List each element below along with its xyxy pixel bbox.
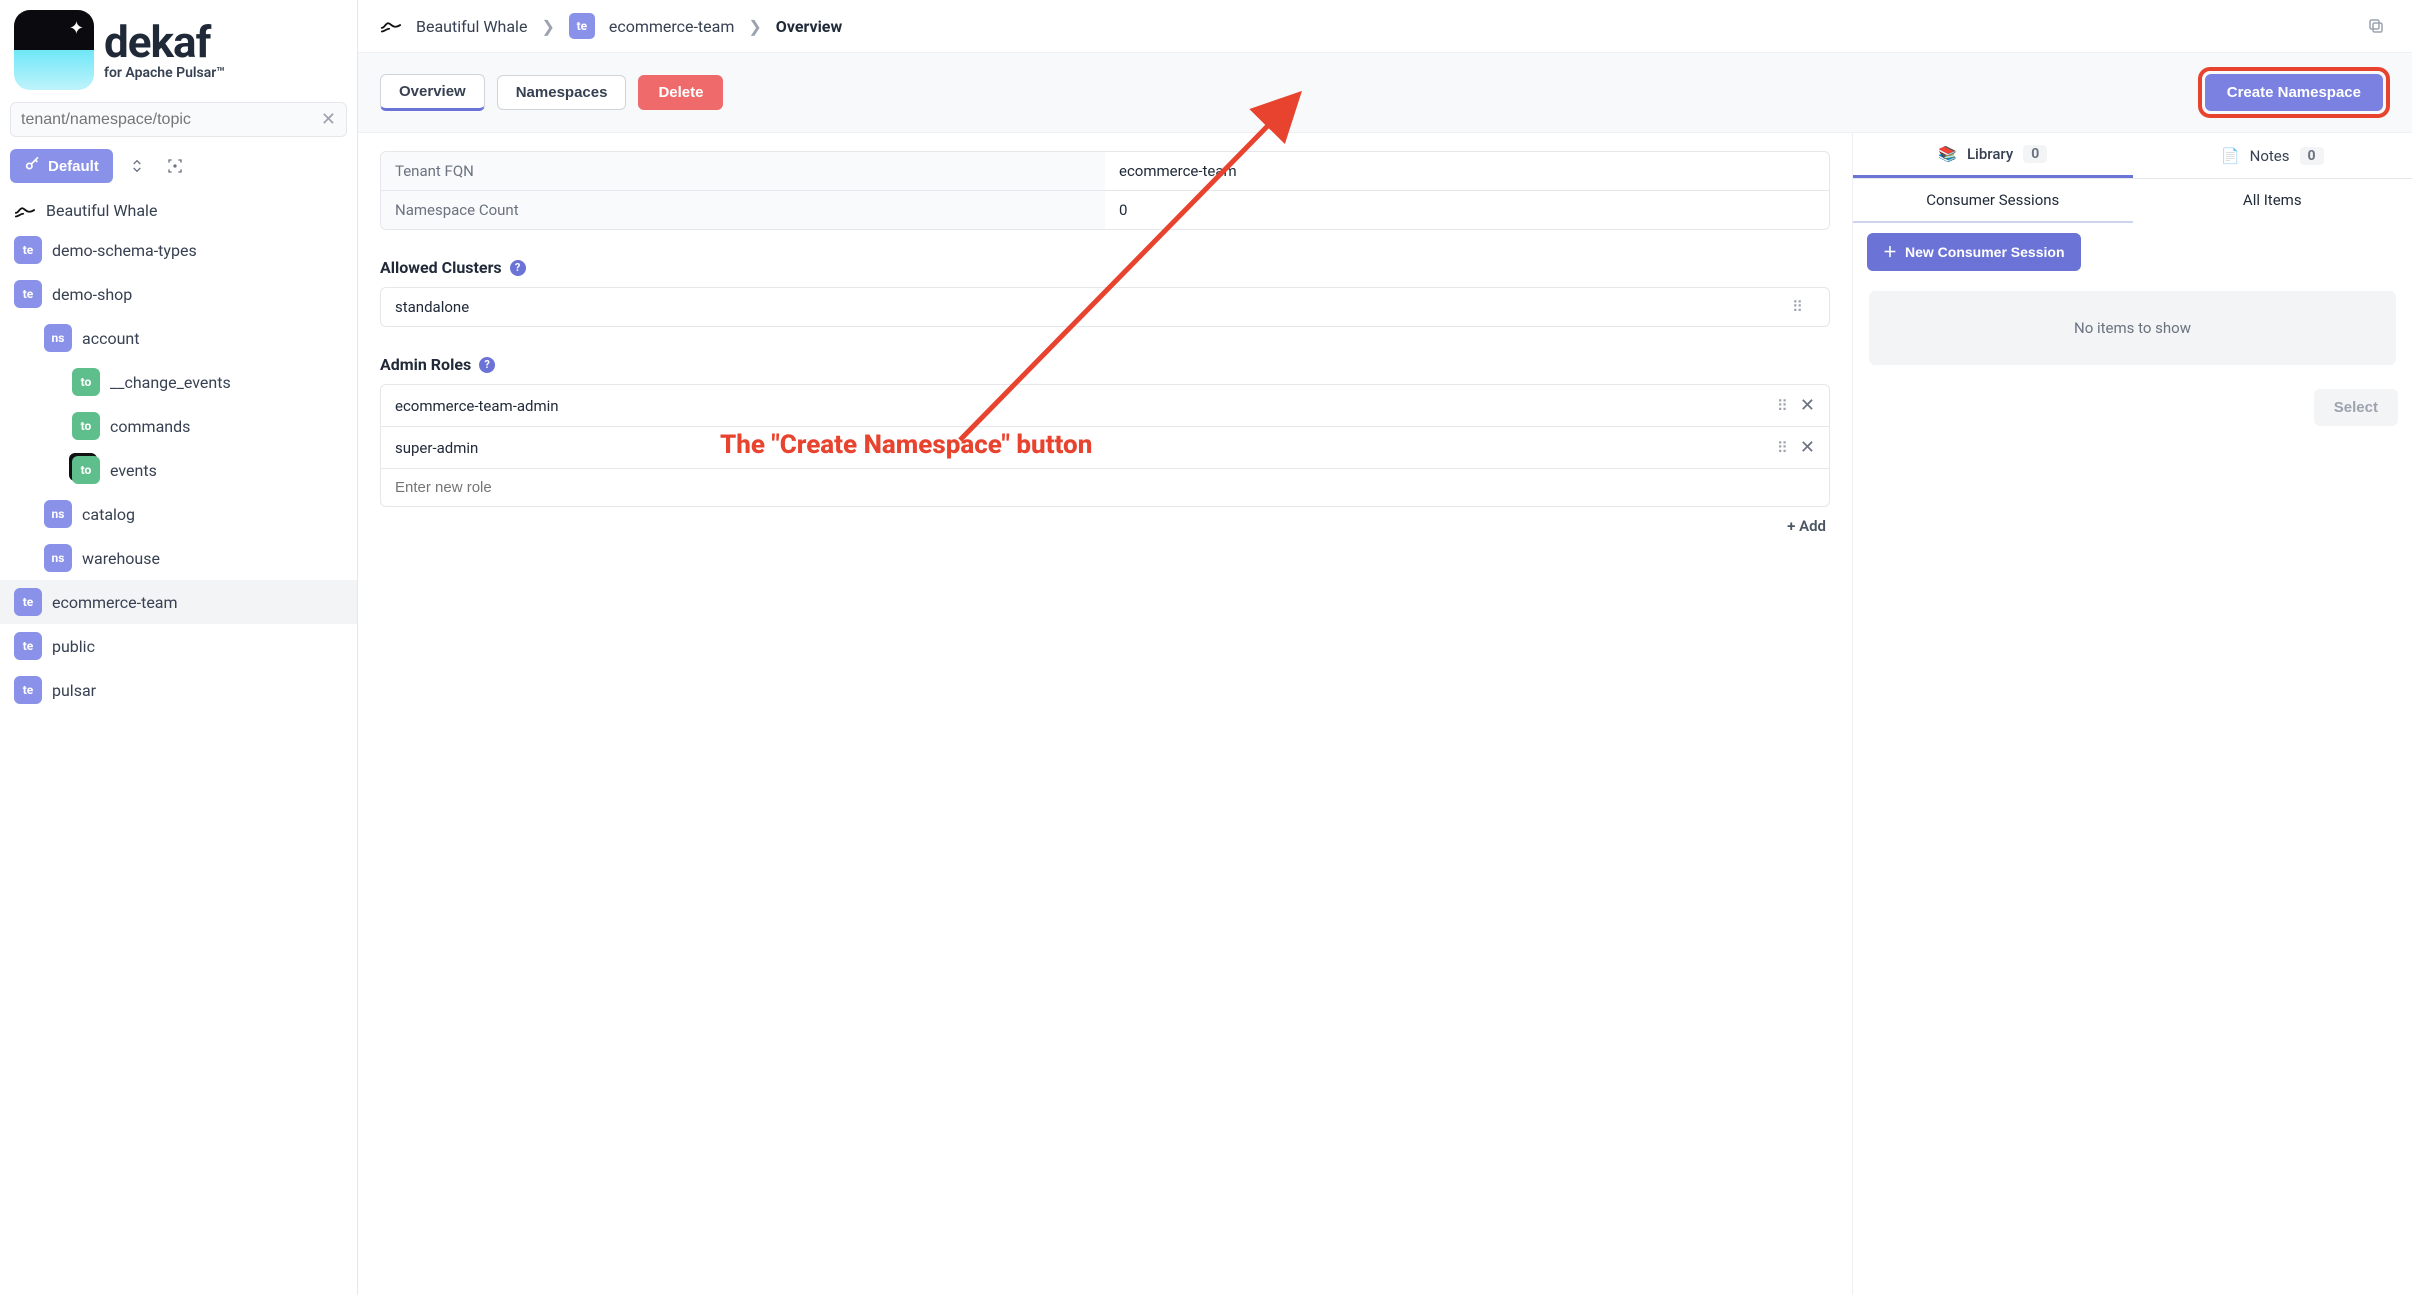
tenant-info-table: Tenant FQN ecommerce-team Namespace Coun… xyxy=(380,151,1830,230)
annotation-highlight: Create Namespace xyxy=(2198,67,2390,118)
help-icon[interactable]: ? xyxy=(479,357,495,373)
admin-roles-list: ecommerce-team-admin ⠿ ✕ super-admin ⠿ ✕ xyxy=(380,384,1830,507)
namespace-icon: ns xyxy=(44,500,72,528)
sidebar-item-catalog[interactable]: nscatalog xyxy=(0,492,357,536)
tree: Beautiful Whale tedemo-schema-types tede… xyxy=(0,193,357,1295)
brand-name: dekaf xyxy=(104,20,225,64)
whale-icon xyxy=(380,17,402,35)
namespace-icon: ns xyxy=(44,324,72,352)
topic-icon: to xyxy=(72,412,100,440)
help-icon[interactable]: ? xyxy=(510,260,526,276)
library-count: 0 xyxy=(2023,145,2047,163)
topic-icon: to xyxy=(72,456,100,484)
subtab-all-items[interactable]: All Items xyxy=(2133,179,2412,223)
whale-icon xyxy=(14,202,36,220)
focus-icon[interactable] xyxy=(161,152,189,180)
tenant-icon: te xyxy=(569,13,595,39)
tenant-icon: te xyxy=(14,236,42,264)
action-bar: Overview Namespaces Delete Create Namesp… xyxy=(358,53,2412,133)
table-row: Namespace Count 0 xyxy=(381,191,1829,229)
breadcrumb-tenant[interactable]: ecommerce-team xyxy=(609,17,735,36)
search-input[interactable] xyxy=(21,111,321,129)
list-item[interactable]: standalone ⠿ xyxy=(381,288,1829,326)
ns-count-value: 0 xyxy=(1105,191,1829,229)
allowed-clusters-title: Allowed Clusters ? xyxy=(380,258,1830,277)
tab-overview[interactable]: Overview xyxy=(380,74,485,111)
logo-row: dekaf for Apache Pulsar™ xyxy=(0,0,357,96)
default-button[interactable]: Default xyxy=(10,149,113,183)
admin-roles-title: Admin Roles ? xyxy=(380,355,1830,374)
library-icon: 📚 xyxy=(1938,145,1957,163)
empty-state: No items to show xyxy=(1869,291,2396,365)
sidebar-item-commands[interactable]: tocommands xyxy=(0,404,357,448)
breadcrumb: Beautiful Whale ❯ te ecommerce-team ❯ Ov… xyxy=(358,0,2412,53)
list-item[interactable]: super-admin ⠿ ✕ xyxy=(381,427,1829,469)
delete-button[interactable]: Delete xyxy=(638,75,723,110)
overview-panel: Tenant FQN ecommerce-team Namespace Coun… xyxy=(358,133,1852,1295)
close-icon[interactable]: ✕ xyxy=(1800,395,1815,416)
plus-icon: ＋ xyxy=(1883,242,1897,262)
sidebar-item-account[interactable]: nsaccount xyxy=(0,316,357,360)
sidebar-item-warehouse[interactable]: nswarehouse xyxy=(0,536,357,580)
copy-icon[interactable] xyxy=(2362,12,2390,40)
tab-namespaces[interactable]: Namespaces xyxy=(497,75,627,110)
drag-handle-icon[interactable]: ⠿ xyxy=(1777,397,1788,415)
search-input-wrap[interactable]: ✕ xyxy=(10,102,347,137)
annotation-label: The "Create Namespace" button xyxy=(720,430,1092,460)
main: Beautiful Whale ❯ te ecommerce-team ❯ Ov… xyxy=(358,0,2412,1295)
brand-tagline: for Apache Pulsar™ xyxy=(104,66,225,80)
sidebar: dekaf for Apache Pulsar™ ✕ Default xyxy=(0,0,358,1295)
allowed-clusters-list: standalone ⠿ xyxy=(380,287,1830,327)
chevron-right-icon: ❯ xyxy=(541,17,554,36)
table-row: Tenant FQN ecommerce-team xyxy=(381,152,1829,191)
new-role-input-row[interactable] xyxy=(381,469,1829,506)
tenant-icon: te xyxy=(14,676,42,704)
chevron-right-icon: ❯ xyxy=(748,17,761,36)
namespace-icon: ns xyxy=(44,544,72,572)
logo-icon xyxy=(14,10,94,90)
list-item[interactable]: ecommerce-team-admin ⠿ ✕ xyxy=(381,385,1829,427)
new-role-input[interactable] xyxy=(395,479,1815,496)
breadcrumb-root[interactable]: Beautiful Whale xyxy=(416,17,527,36)
sidebar-item-change-events[interactable]: to__change_events xyxy=(0,360,357,404)
close-icon[interactable]: ✕ xyxy=(1800,437,1815,458)
sidebar-item-ecommerce-team[interactable]: teecommerce-team xyxy=(0,580,357,624)
select-button[interactable]: Select xyxy=(2314,389,2398,426)
sidebar-item-public[interactable]: tepublic xyxy=(0,624,357,668)
new-consumer-session-button[interactable]: ＋ New Consumer Session xyxy=(1867,233,2081,271)
tenant-icon: te xyxy=(14,588,42,616)
drag-handle-icon[interactable]: ⠿ xyxy=(1792,298,1803,316)
clear-icon[interactable]: ✕ xyxy=(321,109,336,130)
sidebar-item-demo-shop[interactable]: tedemo-shop xyxy=(0,272,357,316)
tab-notes[interactable]: 📄 Notes 0 xyxy=(2133,133,2412,178)
tenant-icon: te xyxy=(14,280,42,308)
right-panel: 📚 Library 0 📄 Notes 0 Consumer Sessions … xyxy=(1852,133,2412,1295)
notes-icon: 📄 xyxy=(2221,147,2240,165)
breadcrumb-current: Overview xyxy=(776,17,842,36)
ns-count-label: Namespace Count xyxy=(381,191,1105,229)
subtab-consumer-sessions[interactable]: Consumer Sessions xyxy=(1853,179,2133,223)
tab-library[interactable]: 📚 Library 0 xyxy=(1853,133,2133,178)
drag-handle-icon[interactable]: ⠿ xyxy=(1777,439,1788,457)
tree-root[interactable]: Beautiful Whale xyxy=(0,193,357,228)
create-namespace-button[interactable]: Create Namespace xyxy=(2205,74,2383,111)
fqn-value: ecommerce-team xyxy=(1105,152,1829,191)
key-icon xyxy=(24,156,40,176)
sidebar-item-pulsar[interactable]: tepulsar xyxy=(0,668,357,712)
sidebar-item-demo-schema-types[interactable]: tedemo-schema-types xyxy=(0,228,357,272)
add-role-row: + Add xyxy=(380,507,1830,545)
tenant-icon: te xyxy=(14,632,42,660)
topic-icon: to xyxy=(72,368,100,396)
add-role-button[interactable]: + Add xyxy=(1787,517,1826,535)
collapse-icon[interactable] xyxy=(123,152,151,180)
fqn-label: Tenant FQN xyxy=(381,152,1105,191)
sidebar-item-events[interactable]: toevents xyxy=(0,448,357,492)
notes-count: 0 xyxy=(2300,147,2324,165)
